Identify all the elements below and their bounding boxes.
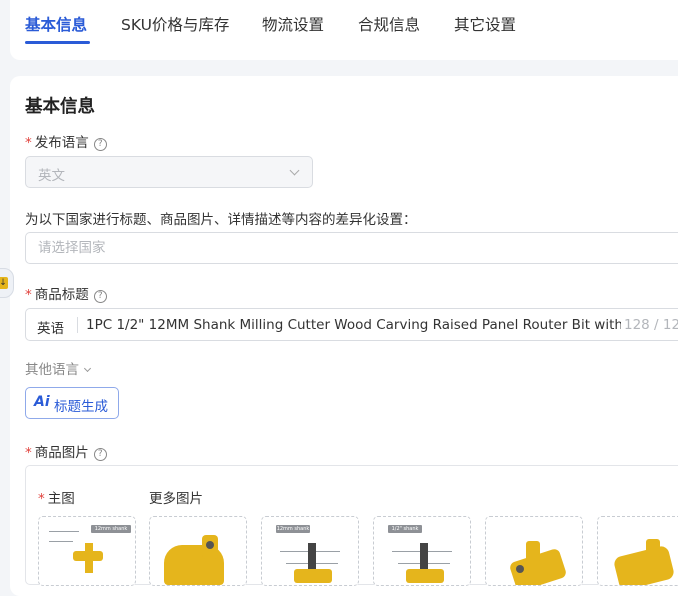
tab-basic-info[interactable]: 基本信息 xyxy=(25,13,87,35)
router-bit-top xyxy=(526,541,540,563)
more-image-thumb-4[interactable] xyxy=(485,516,583,586)
title-char-count: 128 / 128 xyxy=(624,317,678,333)
chevron-down-icon xyxy=(83,364,92,373)
image-caption: 12mm shank xyxy=(91,525,131,533)
main-image-thumb[interactable]: 12mm shank xyxy=(38,516,136,586)
product-title-label: * 商品标题? xyxy=(25,283,107,303)
bolt xyxy=(516,565,524,573)
router-bit-shank xyxy=(85,543,93,573)
more-image-thumb-3[interactable]: 1/2" shank xyxy=(373,516,471,586)
product-images-label: * 商品图片? xyxy=(25,441,107,461)
ai-title-generate-button[interactable]: Ai 标题生成 xyxy=(25,387,119,419)
more-image-thumb-1[interactable] xyxy=(149,516,247,586)
publish-language-select[interactable]: 英文 xyxy=(25,156,313,188)
help-icon[interactable]: ? xyxy=(93,290,107,303)
router-bit-top xyxy=(646,539,660,559)
product-image: 12mm shank xyxy=(266,521,354,585)
required-mark: * xyxy=(25,287,32,303)
section-title: 基本信息 xyxy=(25,97,95,117)
more-image-thumb-2[interactable]: 12mm shank xyxy=(261,516,359,586)
country-diff-label: 为以下国家进行标题、商品图片、详情描述等内容的差异化设置： xyxy=(25,212,417,228)
chevron-down-icon xyxy=(289,165,300,176)
dimension-line xyxy=(49,541,73,542)
dimension-line xyxy=(49,531,79,532)
product-title-text: 商品标题 xyxy=(34,287,89,303)
ai-button-label: 标题生成 xyxy=(54,399,108,415)
product-images-text: 商品图片 xyxy=(34,445,89,461)
ai-icon: Ai xyxy=(34,394,50,410)
floating-helper-widget[interactable]: ↓ xyxy=(0,268,14,298)
product-image xyxy=(490,521,578,585)
publish-language-value: 英文 xyxy=(38,168,65,184)
tabs-bar xyxy=(10,0,678,60)
help-icon[interactable]: ? xyxy=(93,138,107,151)
tab-sku-price-stock[interactable]: SKU价格与库存 xyxy=(121,13,229,35)
image-caption: 12mm shank xyxy=(276,525,310,533)
product-title-field[interactable]: 英语 1PC 1/2" 12MM Shank Milling Cutter Wo… xyxy=(25,308,678,341)
tab-logistics[interactable]: 物流设置 xyxy=(262,13,324,35)
product-image xyxy=(602,521,678,585)
help-icon[interactable]: ? xyxy=(93,448,107,461)
router-bit-shank xyxy=(308,543,316,569)
product-image: 1/2" shank xyxy=(378,521,466,585)
image-caption: 1/2" shank xyxy=(388,525,422,533)
product-image: 12mm shank xyxy=(43,521,131,585)
product-title-value[interactable]: 1PC 1/2" 12MM Shank Milling Cutter Wood … xyxy=(86,317,621,333)
main-image-text: 主图 xyxy=(47,491,75,507)
active-tab-indicator xyxy=(25,41,90,44)
more-images-label: 更多图片 xyxy=(149,491,203,507)
download-icon: ↓ xyxy=(0,277,8,289)
router-bit-shape xyxy=(294,569,332,583)
other-languages-toggle[interactable]: 其他语言 xyxy=(25,358,92,378)
router-bit-shape xyxy=(406,569,444,583)
product-image xyxy=(154,521,242,585)
tab-compliance[interactable]: 合规信息 xyxy=(358,13,420,35)
title-language-tag: 英语 xyxy=(37,321,64,337)
required-mark: * xyxy=(38,491,45,507)
router-bit-shank xyxy=(420,543,428,569)
country-select-input[interactable] xyxy=(25,232,678,264)
publish-language-label: * 发布语言? xyxy=(25,131,107,151)
other-languages-label: 其他语言 xyxy=(25,362,79,378)
router-bit-shape xyxy=(612,544,676,585)
required-mark: * xyxy=(25,445,32,461)
tab-other-settings[interactable]: 其它设置 xyxy=(454,13,516,35)
more-image-thumb-5[interactable] xyxy=(597,516,678,586)
publish-language-text: 发布语言 xyxy=(34,135,89,151)
main-image-label: * 主图 xyxy=(38,487,75,507)
bolt xyxy=(206,541,214,549)
required-mark: * xyxy=(25,135,32,151)
divider xyxy=(77,317,78,333)
